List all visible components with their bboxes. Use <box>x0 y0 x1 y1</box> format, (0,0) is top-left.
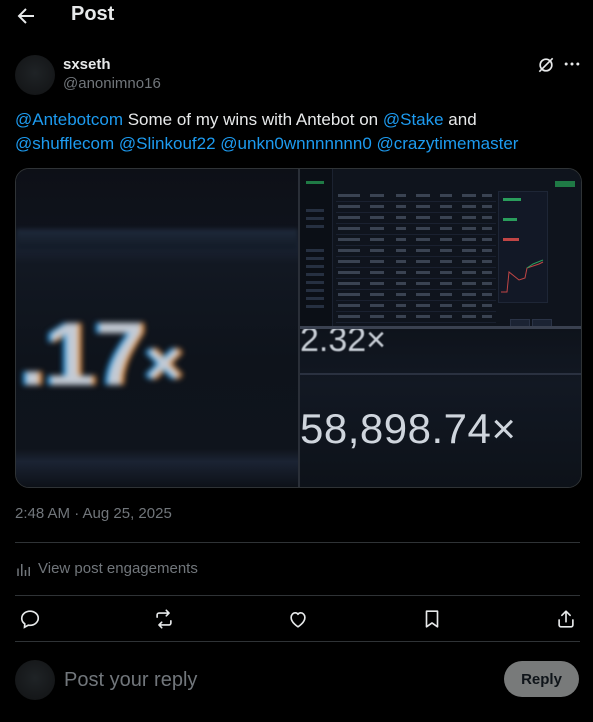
media-image-dashboard[interactable] <box>300 169 581 326</box>
mention-link[interactable]: @Stake <box>383 110 444 129</box>
reply-input[interactable] <box>64 664 484 696</box>
reply-button[interactable]: Reply <box>504 661 579 697</box>
bookmark-icon[interactable] <box>421 608 443 630</box>
mention-link[interactable]: @unkn0wnnnnnnn0 <box>220 134 372 153</box>
engagements-label: View post engagements <box>38 560 198 577</box>
analytics-bars-icon <box>17 564 30 576</box>
post-text-segment: and <box>443 110 477 129</box>
more-horizontal-icon[interactable] <box>561 54 583 74</box>
media-image-right-bottom[interactable]: 2.32× 58,898.74× <box>300 329 581 487</box>
divider <box>15 641 580 642</box>
comment-icon[interactable] <box>19 608 41 630</box>
author-name[interactable]: sxseth <box>63 56 111 73</box>
multiplier-text-left: .17× <box>20 305 183 405</box>
post-text: @Antebotcom Some of my wins with Antebot… <box>15 108 580 156</box>
repost-icon[interactable] <box>153 608 175 630</box>
page-title: Post <box>71 3 115 25</box>
avatar[interactable] <box>15 55 55 95</box>
media-image-left[interactable]: .17× <box>16 169 298 487</box>
multiplier-text-fragment: 2.32× <box>300 329 387 359</box>
top-bar: Post <box>0 0 593 32</box>
share-icon[interactable] <box>555 608 577 630</box>
post-timestamp[interactable]: 2:48 AM · Aug 25, 2025 <box>15 505 172 522</box>
mention-link[interactable]: @crazytimemaster <box>377 134 519 153</box>
heart-icon[interactable] <box>287 608 309 630</box>
arrow-left-icon[interactable] <box>14 4 38 28</box>
mention-link[interactable]: @Slinkouf22 <box>119 134 216 153</box>
multiplier-text-right: 58,898.74× <box>300 405 517 452</box>
divider <box>15 542 580 543</box>
mention-link[interactable]: @shufflecom <box>15 134 114 153</box>
post-text-segment: Some of my wins with Antebot on <box>122 110 383 129</box>
reply-avatar <box>15 660 55 700</box>
post-media[interactable]: .17× 2.32× 58,898.74× <box>15 168 582 488</box>
grok-icon[interactable] <box>536 55 556 75</box>
mention-link[interactable]: @Antebotcom <box>15 110 123 129</box>
author-handle[interactable]: @anonimno16 <box>63 75 161 92</box>
divider <box>15 595 580 596</box>
